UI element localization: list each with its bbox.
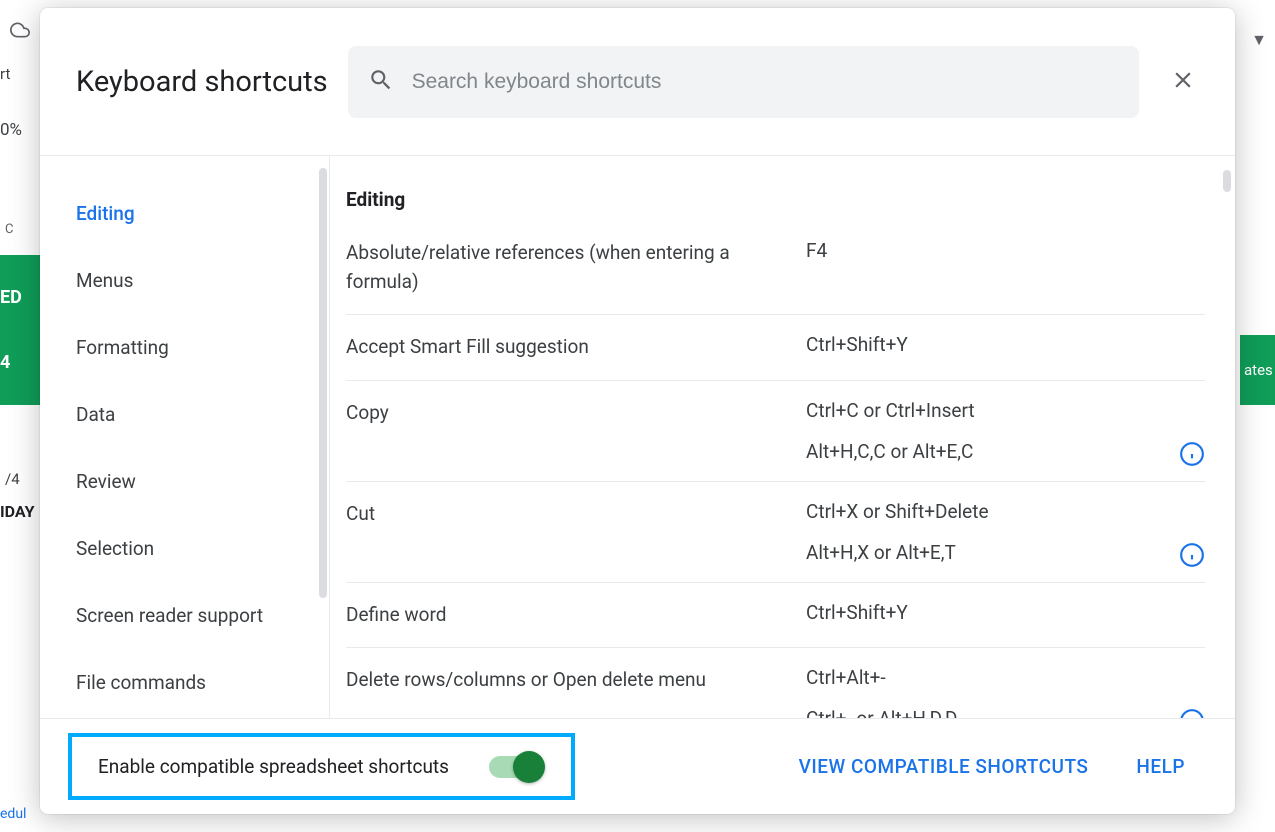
caret-down-icon: ▼ [1251, 30, 1267, 50]
key-combo: Alt+H,C,C or Alt+E,C [806, 440, 1205, 463]
shortcut-keys: Ctrl+X or Shift+Delete Alt+H,X or Alt+E,T [806, 500, 1205, 564]
bg-text: rt [0, 65, 10, 83]
sidebar-item-screen-reader-support[interactable]: Screen reader support [40, 582, 329, 649]
shortcut-keys: Ctrl+Shift+Y [806, 333, 1205, 356]
keyboard-shortcuts-dialog: Keyboard shortcuts EditingMenusFormattin… [40, 8, 1235, 814]
bg-date: /4 [5, 470, 20, 488]
shortcut-keys: Ctrl+Alt+- Ctrl+- or Alt+H,D,D [806, 666, 1205, 718]
shortcut-keys: Ctrl+Shift+Y [806, 601, 1205, 624]
key-combo: Ctrl+Shift+Y [806, 601, 1205, 624]
dialog-title: Keyboard shortcuts [76, 65, 328, 99]
sidebar-item-menus[interactable]: Menus [40, 247, 329, 314]
bg-bottom-text: edul [0, 806, 26, 822]
info-icon[interactable] [1179, 441, 1205, 467]
shortcut-row: CutCtrl+X or Shift+Delete Alt+H,X or Alt+… [346, 482, 1205, 583]
dialog-header: Keyboard shortcuts [40, 8, 1235, 156]
key-combo: Ctrl+Shift+Y [806, 333, 1205, 356]
key-combo: Ctrl+X or Shift+Delete [806, 500, 1205, 523]
search-icon [368, 67, 394, 97]
sidebar-item-file-commands[interactable]: File commands [40, 649, 329, 716]
bg-column-c: C [5, 222, 13, 237]
shortcut-keys: F4 [806, 239, 1205, 262]
dialog-body: EditingMenusFormattingDataReviewSelectio… [40, 156, 1235, 718]
key-combo: F4 [806, 239, 1205, 262]
close-icon [1170, 67, 1196, 97]
dialog-footer: Enable compatible spreadsheet shortcuts … [40, 718, 1235, 814]
sidebar-item-formatting[interactable]: Formatting [40, 314, 329, 381]
bg-green-text2: 4 [0, 352, 40, 373]
key-combo: Ctrl+Alt+- [806, 666, 1205, 689]
category-sidebar: EditingMenusFormattingDataReviewSelectio… [40, 156, 330, 718]
sidebar-item-selection[interactable]: Selection [40, 515, 329, 582]
key-combo: Alt+H,X or Alt+E,T [806, 541, 1205, 564]
enable-compat-highlight: Enable compatible spreadsheet shortcuts [68, 733, 575, 800]
key-combo: Ctrl+- or Alt+H,D,D [806, 707, 1205, 718]
shortcut-row: Define wordCtrl+Shift+Y [346, 583, 1205, 649]
key-combo: Ctrl+C or Ctrl+Insert [806, 399, 1205, 422]
bg-green-text1: ED [0, 287, 40, 308]
bg-day: IDAY [0, 502, 35, 521]
search-input[interactable] [412, 70, 1119, 94]
shortcut-description: Accept Smart Fill suggestion [346, 333, 806, 362]
shortcut-description: Absolute/relative references (when enter… [346, 239, 806, 296]
shortcut-description: Define word [346, 601, 806, 630]
cloud-icon [0, 0, 40, 60]
shortcut-row: Delete rows/columns or Open delete menuC… [346, 648, 1205, 718]
bg-right-green: ates [1240, 335, 1275, 405]
toggle-thumb [513, 751, 545, 783]
info-icon[interactable] [1179, 542, 1205, 568]
bg-green-cell: ED 4 [0, 255, 40, 405]
shortcut-description: Copy [346, 399, 806, 428]
shortcut-description: Cut [346, 500, 806, 529]
shortcut-row: Absolute/relative references (when enter… [346, 239, 1205, 315]
shortcut-keys: Ctrl+C or Ctrl+Insert Alt+H,C,C or Alt+E,… [806, 399, 1205, 463]
shortcut-description: Delete rows/columns or Open delete menu [346, 666, 806, 695]
shortcut-row: Accept Smart Fill suggestionCtrl+Shift+Y [346, 315, 1205, 381]
sidebar-item-review[interactable]: Review [40, 448, 329, 515]
sidebar-scrollbar[interactable] [319, 168, 327, 598]
info-icon[interactable] [1179, 708, 1205, 718]
close-button[interactable] [1159, 58, 1207, 106]
shortcuts-content: Editing Absolute/relative references (wh… [330, 156, 1235, 718]
compat-toggle[interactable] [489, 756, 541, 778]
view-compat-link[interactable]: VIEW COMPATIBLE SHORTCUTS [799, 755, 1089, 778]
help-link[interactable]: HELP [1136, 755, 1185, 778]
sidebar-item-editing[interactable]: Editing [40, 180, 329, 247]
search-field[interactable] [348, 46, 1139, 118]
sidebar-item-data[interactable]: Data [40, 381, 329, 448]
shortcut-row: CopyCtrl+C or Ctrl+Insert Alt+H,C,C or Al… [346, 381, 1205, 482]
bg-zoom: 0% [0, 120, 22, 140]
content-scrollbar[interactable] [1223, 170, 1231, 192]
toggle-label: Enable compatible spreadsheet shortcuts [98, 755, 449, 778]
section-title: Editing [346, 188, 1205, 211]
